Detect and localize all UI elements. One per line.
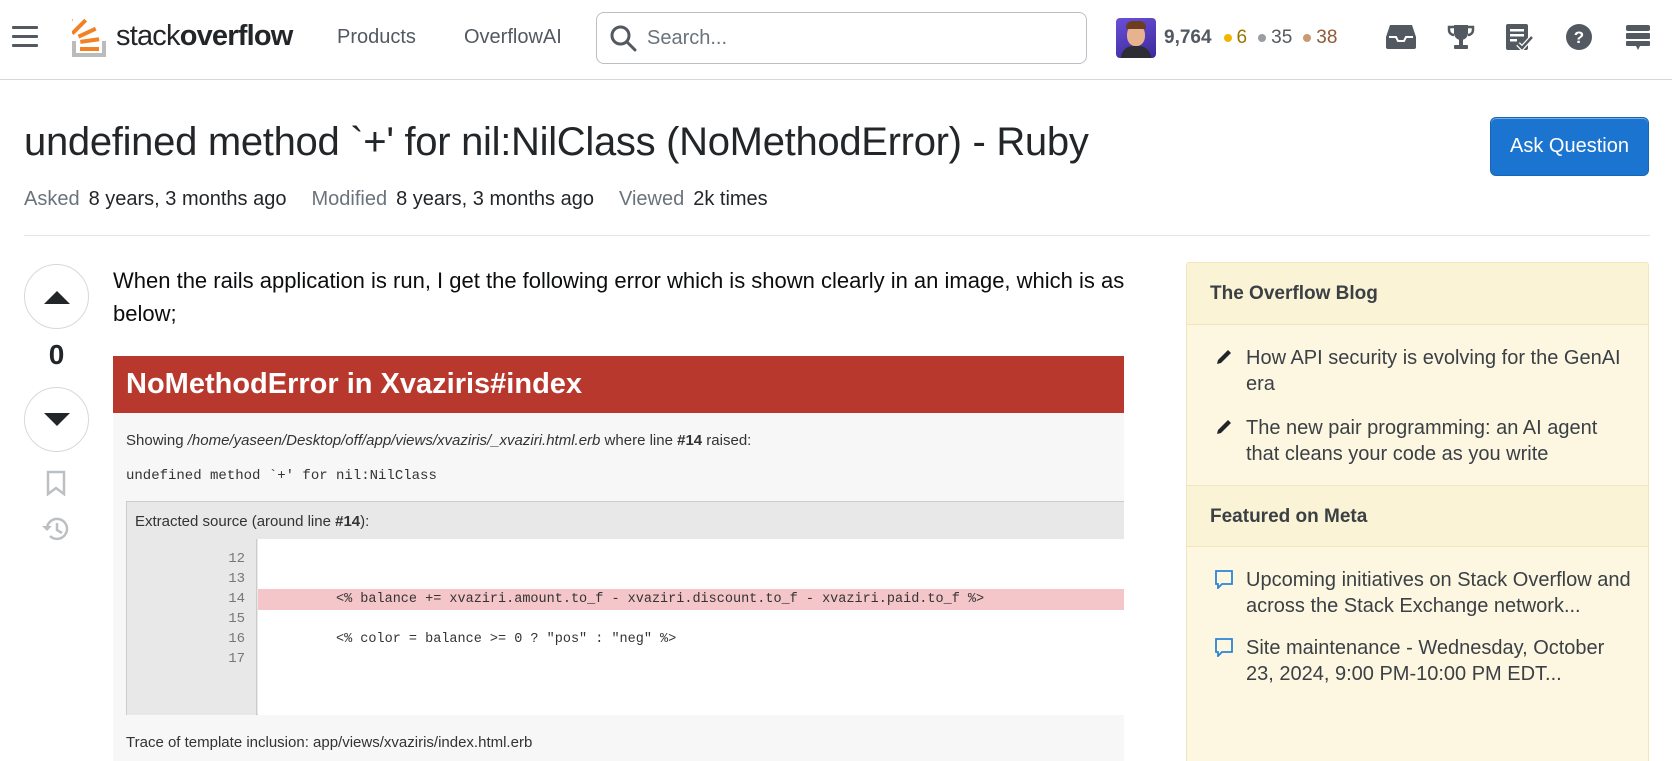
timeline-history-icon[interactable] [41,514,71,544]
user-card[interactable]: 9,764 6 35 38 [1116,18,1348,58]
line-number: 17 [228,651,245,667]
error-showing-line: Showing /home/yaseen/Desktop/off/app/vie… [126,432,751,449]
question-body-text: When the rails application is run, I get… [113,268,1125,326]
meta-item[interactable]: Upcoming initiatives on Stack Overflow a… [1187,567,1648,619]
source-label-prefix: Extracted source (around line [135,513,336,530]
achievements-icon[interactable] [1444,20,1478,54]
pencil-icon [1217,350,1231,364]
line-number: 12 [228,551,245,567]
code-line: <% color = balance >= 0 ? "pos" : "neg" … [336,632,677,647]
logo-text-bold: overflow [179,19,294,52]
line-number-gutter: 12 13 14 15 16 17 [127,539,257,715]
line-number: 15 [228,611,245,627]
review-queue-icon[interactable] [1502,20,1536,54]
source-label-line: #14 [335,513,361,530]
gold-badge-value: 6 [1236,27,1248,48]
asked-label: Asked [24,188,80,210]
modified-value[interactable]: 8 years, 3 months ago [396,188,594,211]
meta-item-link[interactable]: Site maintenance - Wednesday, October 23… [1246,637,1604,685]
top-bar: stackoverflow Products OverflowAI 9,764 … [0,0,1672,80]
upvote-arrow-icon [43,290,70,304]
showing-mid: where line [600,432,678,449]
search-icon [610,25,637,52]
overflow-blog-heading: The Overflow Blog [1187,263,1648,325]
chat-bubble-icon [1215,638,1233,657]
stack-overflow-logo-icon [72,17,106,57]
modified-label: Modified [311,188,388,210]
gold-badge-count: 6 [1223,27,1248,49]
asked-value: 8 years, 3 months ago [88,188,287,210]
logo-text-light: stack [116,19,180,52]
question-meta: Asked 8 years, 3 months ago Modified 8 y… [24,188,793,211]
line-number: 14 [228,591,245,607]
sidebar-widget: The Overflow Blog How API security is ev… [1186,262,1649,761]
downvote-button[interactable] [24,387,89,452]
search-input[interactable] [647,26,1067,50]
silver-badge-count: 35 [1258,27,1292,49]
showing-suffix: raised: [702,432,752,449]
nav-overflowai[interactable]: OverflowAI [464,26,562,49]
line-number: 16 [228,631,245,647]
vote-count: 0 [48,339,65,370]
source-code-area: <% balance += xvaziri.amount.to_f - xvaz… [258,539,1124,715]
header-divider [24,235,1650,236]
source-label-suffix: ): [360,513,370,530]
meta-item-link[interactable]: Upcoming initiatives on Stack Overflow a… [1246,569,1631,617]
blog-item-link[interactable]: How API security is evolving for the Gen… [1246,347,1621,395]
nav-products[interactable]: Products [337,26,416,49]
blog-item[interactable]: How API security is evolving for the Gen… [1187,345,1648,397]
code-line-highlighted: <% balance += xvaziri.amount.to_f - xvaz… [258,589,1124,610]
viewed-label: Viewed [618,188,685,210]
bronze-badge-count: 38 [1303,27,1337,49]
ask-question-button[interactable]: Ask Question [1490,117,1649,176]
inbox-icon[interactable] [1384,20,1418,54]
showing-line-number: #14 [677,432,703,449]
hamburger-icon[interactable] [12,26,38,50]
showing-prefix: Showing [126,432,188,449]
extracted-source-label: Extracted source (around line #14): [135,513,369,530]
error-screenshot-image[interactable]: NoMethodError in Xvaziris#index Showing … [113,356,1124,761]
viewed-value: 2k times [693,188,768,210]
site-logo[interactable]: stackoverflow [72,10,293,62]
bookmark-icon[interactable] [41,468,71,498]
extracted-source-box: Extracted source (around line #14): 12 1… [126,501,1124,715]
meta-item[interactable]: Site maintenance - Wednesday, October 23… [1187,635,1648,687]
help-icon[interactable]: ? [1562,20,1596,54]
downvote-arrow-icon [43,412,70,426]
showing-path: /home/yaseen/Desktop/off/app/views/xvazi… [187,432,601,449]
blog-item-link[interactable]: The new pair programming: an AI agent th… [1246,417,1597,465]
svg-text:?: ? [1574,28,1584,47]
error-message: undefined method `+' for nil:NilClass [126,468,437,484]
blog-item[interactable]: The new pair programming: an AI agent th… [1187,415,1648,467]
reputation-count: 9,764 [1164,27,1212,48]
logo-wordmark: stackoverflow [116,20,293,53]
question-title[interactable]: undefined method `+' for nil:NilClass (N… [24,120,1089,165]
chat-bubble-icon [1215,570,1233,589]
silver-badge-value: 35 [1271,27,1293,48]
line-number: 13 [228,571,245,587]
pencil-icon [1217,420,1231,434]
bronze-badge-value: 38 [1316,27,1338,48]
template-trace: Trace of template inclusion: app/views/x… [126,734,533,751]
site-switcher-icon[interactable] [1621,20,1655,54]
upvote-button[interactable] [24,264,89,329]
avatar[interactable] [1116,18,1156,58]
error-heading: NoMethodError in Xvaziris#index [113,356,1124,413]
featured-meta-heading: Featured on Meta [1187,485,1648,547]
search-box[interactable] [596,12,1087,64]
